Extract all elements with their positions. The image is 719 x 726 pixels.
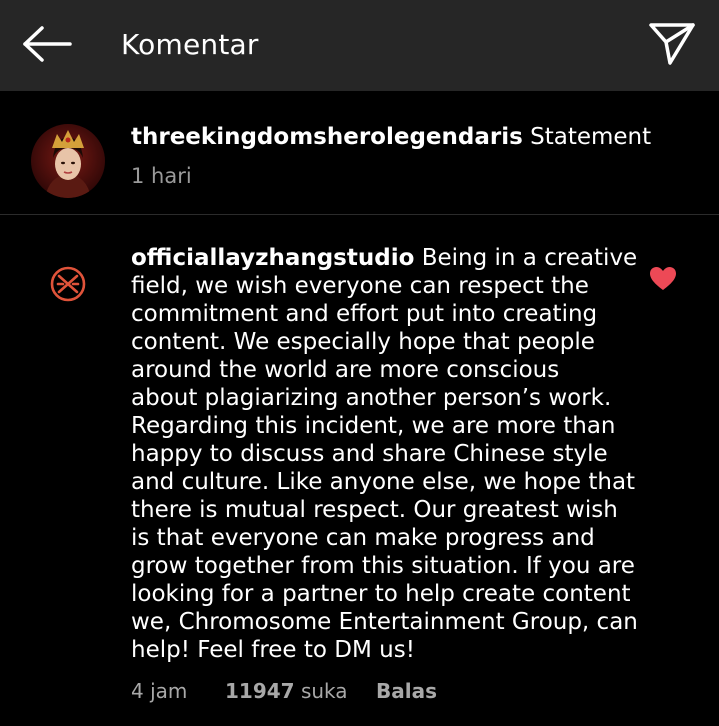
comment-text-line: grow together from this situation. If yo… bbox=[131, 553, 635, 579]
avatar-image bbox=[31, 124, 105, 198]
post-caption-text: Statement bbox=[530, 124, 652, 150]
post-caption: threekingdomsherolegendaris Statement bbox=[131, 120, 651, 154]
comment-text-line: around the world are more conscious bbox=[131, 357, 560, 383]
comment-text-line: commitment and effort put into creating bbox=[131, 301, 598, 327]
comment-text-line: and culture. Like anyone else, we hope t… bbox=[131, 469, 636, 495]
arrow-left-icon[interactable] bbox=[22, 25, 72, 63]
comment-text-line: Being in a creative bbox=[421, 245, 638, 271]
comment-text-line: help! Feel free to DM us! bbox=[131, 637, 415, 663]
app-header: Komentar bbox=[0, 0, 719, 91]
divider bbox=[0, 214, 719, 215]
comment-text-line: is that everyone can make progress and bbox=[131, 525, 595, 551]
comment-text-line: content. We especially hope that people bbox=[131, 329, 595, 355]
post-username[interactable]: threekingdomsherolegendaris bbox=[131, 124, 523, 150]
comment-username[interactable]: officiallayzhangstudio bbox=[131, 245, 414, 271]
comment-likes[interactable]: 11947 suka bbox=[225, 677, 348, 705]
page-title: Komentar bbox=[121, 28, 259, 61]
comment-timestamp: 4 jam bbox=[131, 679, 188, 703]
comment-text-line: happy to discuss and share Chinese style bbox=[131, 441, 608, 467]
comment-text-line: field, we wish everyone can respect the bbox=[131, 273, 589, 299]
comment-text-line: Regarding this incident, we are more tha… bbox=[131, 413, 616, 439]
comment-body: officiallayzhangstudio Being in a creati… bbox=[131, 244, 641, 664]
likes-count: 11947 bbox=[225, 679, 295, 703]
reply-button[interactable]: Balas bbox=[376, 677, 437, 705]
paper-plane-icon[interactable] bbox=[648, 20, 696, 66]
studio-logo-icon[interactable] bbox=[49, 265, 87, 303]
post-timestamp: 1 hari bbox=[131, 164, 192, 188]
comment-text-line: there is mutual respect. Our greatest wi… bbox=[131, 497, 618, 523]
comment-text-line: we, Chromosome Entertainment Group, can bbox=[131, 609, 638, 635]
comment-text-line: looking for a partner to help create con… bbox=[131, 581, 631, 607]
comment-text-line: about plagiarizing another person’s work… bbox=[131, 385, 612, 411]
avatar[interactable] bbox=[31, 124, 105, 198]
heart-filled-icon[interactable] bbox=[649, 266, 677, 292]
likes-label: suka bbox=[300, 679, 348, 703]
